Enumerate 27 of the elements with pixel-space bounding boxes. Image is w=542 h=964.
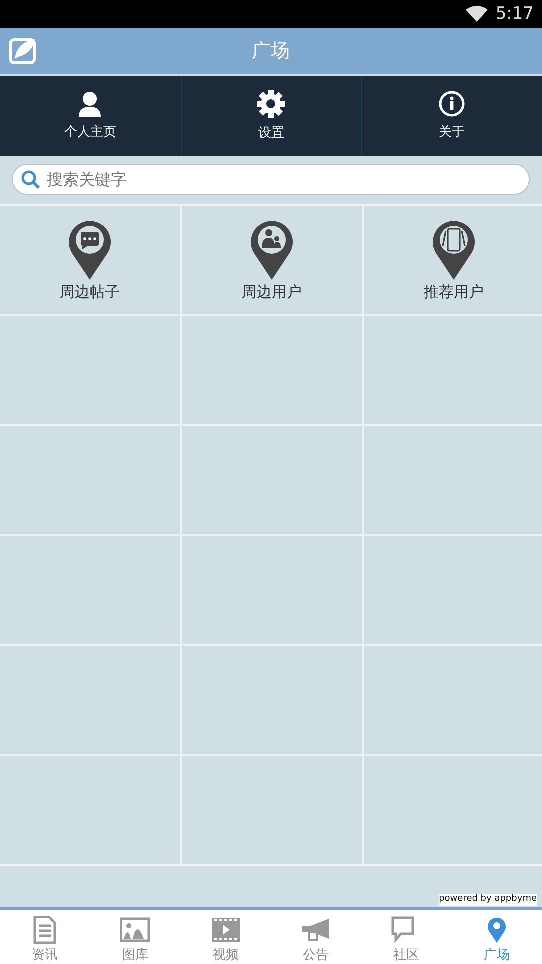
menu-button[interactable]: 个人主页 — [0, 76, 181, 156]
wifi-icon — [466, 6, 488, 22]
tab[interactable]: 公告 — [271, 910, 362, 964]
settings-icon — [257, 90, 286, 118]
grid-item[interactable]: 推荐用户 — [364, 206, 542, 314]
tab[interactable]: 视频 — [180, 910, 271, 964]
info-icon — [439, 91, 466, 117]
image-icon — [120, 916, 150, 944]
film-icon — [210, 916, 241, 944]
grid-item[interactable]: 周边帖子 — [0, 206, 180, 314]
tab[interactable]: 社区 — [361, 910, 452, 964]
users-pin-icon — [250, 218, 294, 280]
feather-logo-icon[interactable] — [9, 37, 37, 65]
clock: 5:17 — [496, 4, 534, 24]
tab[interactable]: 资讯 — [0, 910, 90, 964]
search-field[interactable]: 搜索关键字 — [12, 164, 530, 195]
chat-pin-icon — [68, 218, 112, 280]
menu-button[interactable]: 设置 — [180, 76, 362, 156]
search-icon — [21, 170, 41, 190]
person-icon — [78, 91, 102, 117]
menu-button[interactable]: 关于 — [361, 76, 542, 156]
tab[interactable]: 图库 — [90, 910, 181, 964]
powered-by-note: powered by appbyme — [439, 894, 537, 906]
grid-item[interactable]: 周边用户 — [182, 206, 362, 314]
megaphone-icon — [301, 916, 332, 944]
page-title: 广场 — [252, 39, 290, 64]
phones-pin-icon — [432, 218, 476, 280]
